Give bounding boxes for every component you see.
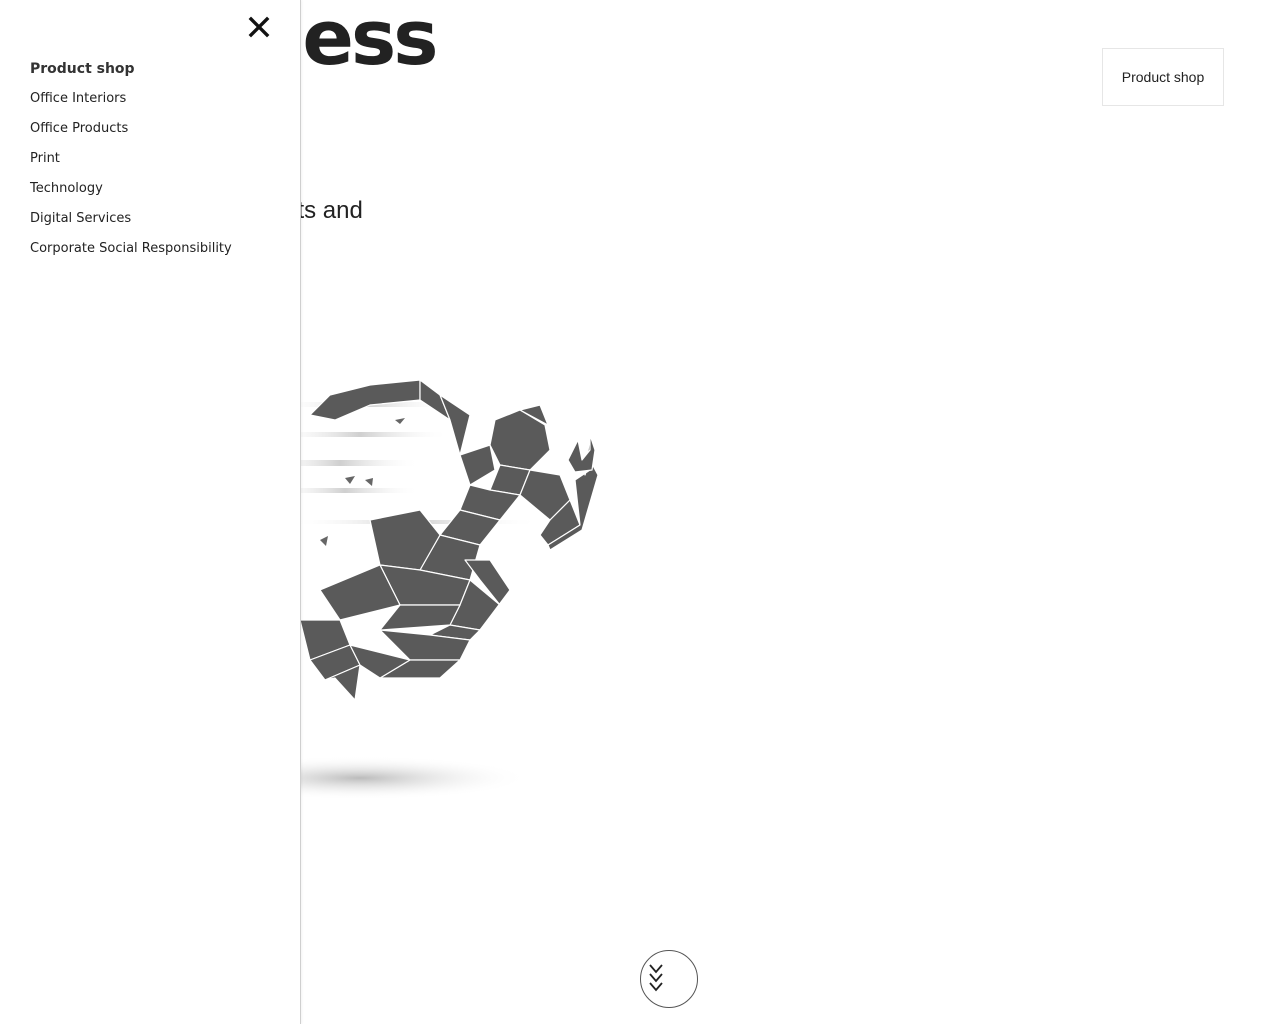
drawer-item-technology[interactable]: Technology <box>30 178 232 208</box>
close-drawer-button[interactable] <box>247 15 271 39</box>
drawer-menu: Product shop Office Interiors Office Pro… <box>30 58 232 268</box>
drawer-menu-heading-product-shop[interactable]: Product shop <box>30 58 232 88</box>
scroll-down-button[interactable] <box>640 950 698 1008</box>
close-icon <box>248 16 270 38</box>
page: Business ons. ing business products and <box>0 0 1280 1024</box>
side-drawer: Product shop Office Interiors Office Pro… <box>0 0 301 1024</box>
drawer-item-corporate-social-responsibility[interactable]: Corporate Social Responsibility <box>30 238 232 268</box>
drawer-item-print[interactable]: Print <box>30 148 232 178</box>
drawer-item-office-products[interactable]: Office Products <box>30 118 232 148</box>
drawer-item-office-interiors[interactable]: Office Interiors <box>30 88 232 118</box>
product-shop-button[interactable]: Product shop <box>1102 48 1224 106</box>
chevron-double-down-icon <box>649 964 663 992</box>
drawer-item-digital-services[interactable]: Digital Services <box>30 208 232 238</box>
